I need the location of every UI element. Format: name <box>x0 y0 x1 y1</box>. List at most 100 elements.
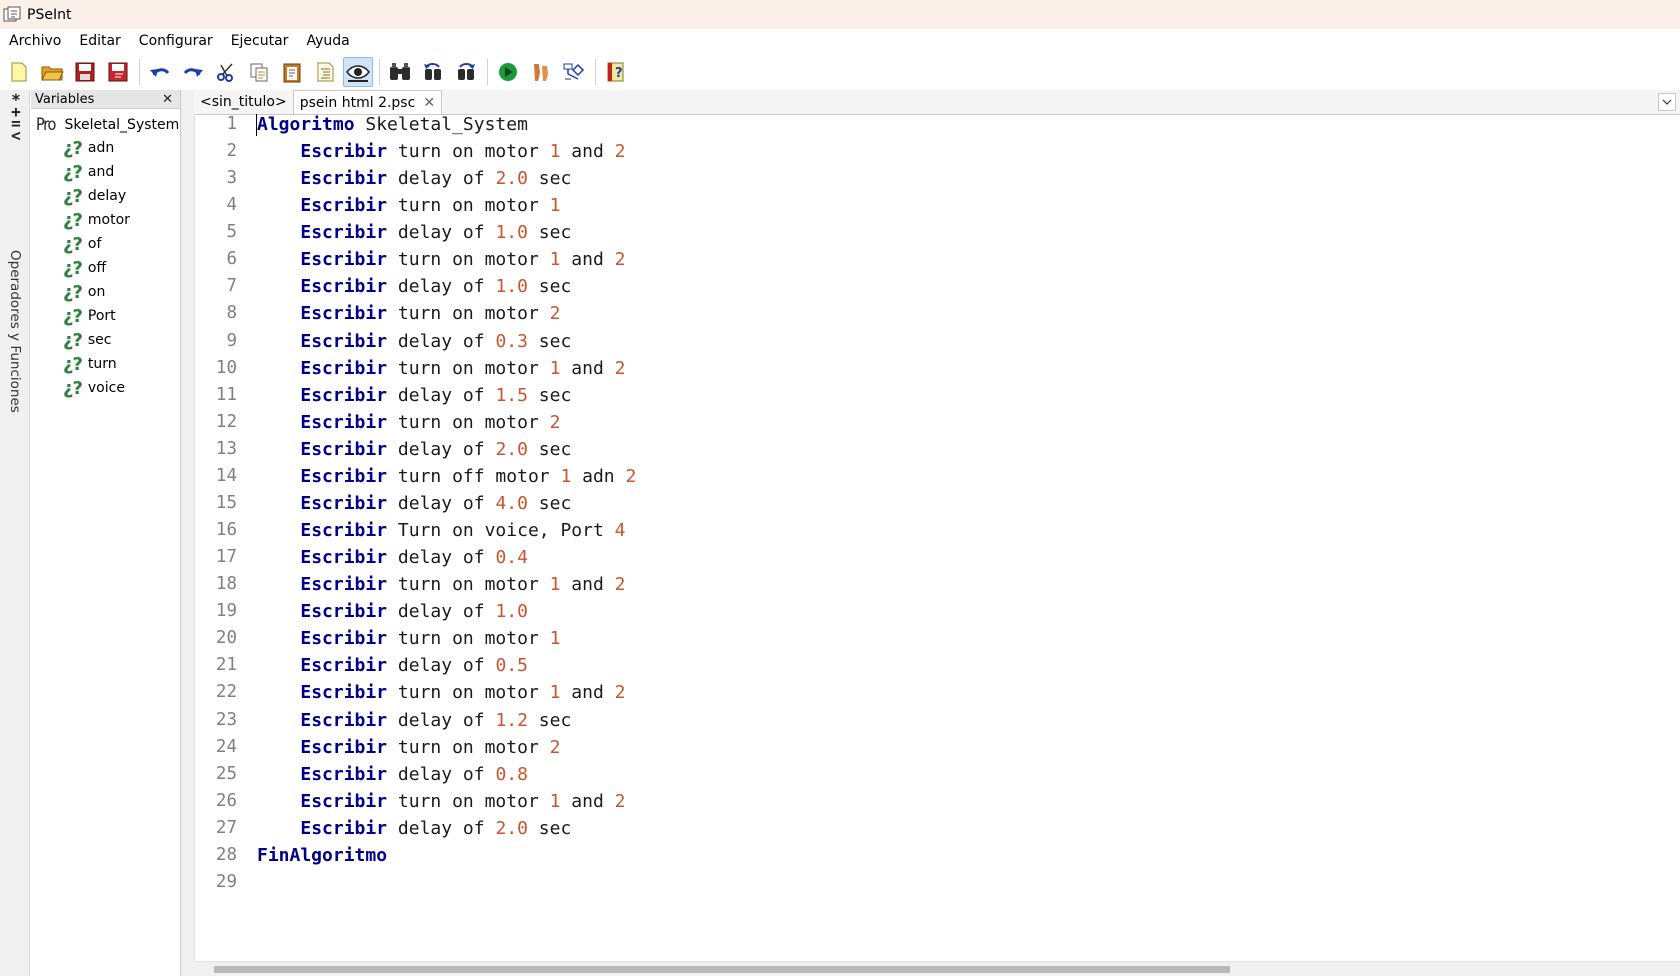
variable-item[interactable]: ¿? voice <box>31 376 180 400</box>
variable-item[interactable]: ¿? Port <box>31 304 180 328</box>
open-button[interactable] <box>37 57 67 87</box>
code-line[interactable]: 28 FinAlgoritmo <box>195 841 1675 870</box>
variable-item[interactable]: ¿? motor <box>31 208 180 232</box>
paste-button[interactable] <box>277 57 307 87</box>
variable-name: turn <box>87 356 117 372</box>
text-token: delay of <box>387 276 496 298</box>
menu-editar[interactable]: Editar <box>70 29 129 54</box>
variable-item[interactable]: ¿? of <box>31 232 180 256</box>
code-line[interactable]: 3 Escribir delay of 2.0 sec <box>195 164 1675 193</box>
code-line[interactable]: 17 Escribir delay of 0.4 <box>195 543 1675 572</box>
code-line[interactable]: 22 Escribir turn on motor 1 and 2 <box>195 678 1675 707</box>
close-icon[interactable]: ✕ <box>162 92 173 107</box>
line-number: 7 <box>226 276 237 297</box>
text-token: delay of <box>387 763 496 785</box>
line-number: 20 <box>215 628 237 649</box>
code-line[interactable]: 29 <box>195 868 1675 897</box>
line-number: 9 <box>226 330 237 351</box>
help-button[interactable]: ? <box>601 57 631 87</box>
flowchart-button[interactable] <box>559 57 589 87</box>
variable-item[interactable]: ¿? delay <box>31 184 180 208</box>
tab-list-button[interactable] <box>1658 93 1676 111</box>
code-line[interactable]: 18 Escribir turn on motor 1 and 2 <box>195 570 1675 599</box>
tree-root-algorithm[interactable]: Pro Skeletal_System <box>31 113 180 136</box>
variables-panel-title: Variables <box>35 91 95 107</box>
variable-name: voice <box>87 380 125 396</box>
redo-button[interactable] <box>178 57 208 87</box>
keyword-token: Escribir <box>300 357 388 379</box>
code-line[interactable]: 21 Escribir delay of 0.5 <box>195 651 1675 680</box>
operators-functions-strip[interactable]: * + = < Operadores y Funciones <box>0 90 30 976</box>
code-line[interactable]: 12 Escribir turn on motor 2 <box>195 408 1675 437</box>
code-line[interactable]: 2 Escribir turn on motor 1 and 2 <box>195 137 1675 166</box>
variable-item[interactable]: ¿? on <box>31 280 180 304</box>
variable-item[interactable]: ¿? sec <box>31 328 180 352</box>
line-number: 24 <box>215 736 237 757</box>
operators-functions-label: Operadores y Funciones <box>7 250 23 413</box>
code-line[interactable]: 27 Escribir delay of 2.0 sec <box>195 814 1675 843</box>
find-next-button[interactable] <box>451 57 481 87</box>
variable-item[interactable]: ¿? adn <box>31 136 180 160</box>
code-line[interactable]: 1 Algoritmo Skeletal_System <box>195 110 1675 139</box>
code-line[interactable]: 14 Escribir turn off motor 1 adn 2 <box>195 462 1675 491</box>
code-line[interactable]: 6 Escribir turn on motor 1 and 2 <box>195 245 1675 274</box>
horizontal-scrollbar[interactable] <box>194 961 1680 976</box>
variable-item[interactable]: ¿? off <box>31 256 180 280</box>
code-line[interactable]: 20 Escribir turn on motor 1 <box>195 624 1675 653</box>
menu-configurar[interactable]: Configurar <box>130 29 222 54</box>
copy-button[interactable] <box>244 57 274 87</box>
text-token: turn on motor <box>387 682 550 704</box>
code-line[interactable]: 5 Escribir delay of 1.0 sec <box>195 218 1675 247</box>
code-text: Escribir turn on motor 2 <box>257 733 560 762</box>
preview-button[interactable] <box>343 57 373 87</box>
line-number: 22 <box>215 682 237 703</box>
code-line[interactable]: 11 Escribir delay of 1.5 sec <box>195 381 1675 410</box>
menu-archivo[interactable]: Archivo <box>0 29 70 54</box>
number-token: 1 <box>549 790 561 812</box>
code-line[interactable]: 25 Escribir delay of 0.8 <box>195 760 1675 789</box>
variables-panel: Variables ✕ Pro Skeletal_System ¿? adn ¿? a… <box>31 90 181 976</box>
keyword-token: Escribir <box>300 790 388 812</box>
code-line[interactable]: 9 Escribir delay of 0.3 sec <box>195 327 1675 356</box>
code-line[interactable]: 19 Escribir delay of 1.0 <box>195 597 1675 626</box>
undo-button[interactable] <box>145 57 175 87</box>
menu-ejecutar[interactable]: Ejecutar <box>222 29 298 54</box>
scrollbar-thumb[interactable] <box>214 966 1230 973</box>
run-button[interactable] <box>493 57 523 87</box>
code-line[interactable]: 13 Escribir delay of 2.0 sec <box>195 435 1675 464</box>
new-file-button[interactable] <box>4 57 34 87</box>
code-line[interactable]: 16 Escribir Turn on voice, Port 4 <box>195 516 1675 545</box>
code-line[interactable]: 4 Escribir turn on motor 1 <box>195 191 1675 220</box>
code-line[interactable]: 7 Escribir delay of 1.0 sec <box>195 272 1675 301</box>
code-line[interactable]: 23 Escribir delay of 1.2 sec <box>195 706 1675 735</box>
variable-name: sec <box>87 332 112 348</box>
code-line[interactable]: 24 Escribir turn on motor 2 <box>195 733 1675 762</box>
code-line[interactable]: 10 Escribir turn on motor 1 and 2 <box>195 354 1675 383</box>
title-bar: PSeInt <box>0 0 1680 29</box>
indent-button[interactable] <box>310 57 340 87</box>
number-token: 1 <box>549 195 561 217</box>
menu-bar: Archivo Editar Configurar Ejecutar Ayuda <box>0 29 1680 54</box>
variable-item[interactable]: ¿? turn <box>31 352 180 376</box>
code-editor[interactable]: 1 Algoritmo Skeletal_System 2 Escribir tur… <box>194 114 1680 961</box>
line-number: 16 <box>215 520 237 541</box>
close-icon[interactable]: ✕ <box>423 95 435 111</box>
save-as-button[interactable] <box>103 57 133 87</box>
code-line[interactable]: 15 Escribir delay of 4.0 sec <box>195 489 1675 518</box>
step-run-button[interactable] <box>526 57 556 87</box>
save-button[interactable] <box>70 57 100 87</box>
menu-ayuda[interactable]: Ayuda <box>297 29 358 54</box>
code-line[interactable]: 8 Escribir turn on motor 2 <box>195 299 1675 328</box>
find-button[interactable] <box>385 57 415 87</box>
panel-splitter[interactable] <box>181 90 194 976</box>
variable-item[interactable]: ¿? and <box>31 160 180 184</box>
code-line[interactable]: 26 Escribir turn on motor 1 and 2 <box>195 787 1675 816</box>
find-previous-button[interactable] <box>418 57 448 87</box>
keyword-token: Escribir <box>300 736 388 758</box>
cut-button[interactable] <box>211 57 241 87</box>
